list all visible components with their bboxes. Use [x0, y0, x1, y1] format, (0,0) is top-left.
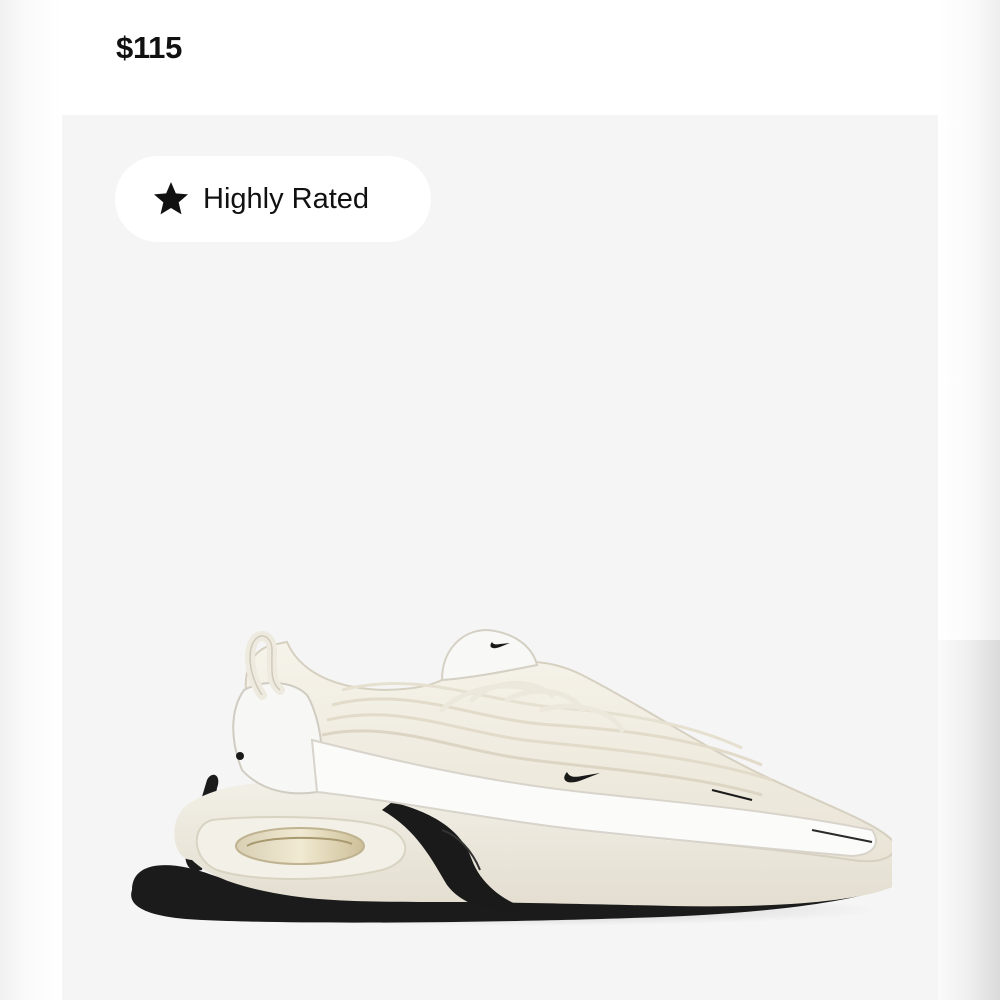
left-edge [0, 0, 62, 1000]
product-image-area[interactable]: Highly Rated [62, 115, 938, 1000]
highly-rated-badge: Highly Rated [115, 156, 431, 242]
air-window [235, 827, 365, 865]
heel-counter [232, 682, 324, 795]
star-icon [151, 179, 191, 219]
heel-logo [236, 752, 244, 760]
page: $115 Highly Rated [0, 0, 1000, 1000]
right-edge [938, 0, 1000, 1000]
product-price: $115 [116, 30, 183, 65]
product-card[interactable]: $115 Highly Rated [62, 0, 938, 1000]
sneaker-image [131, 628, 892, 926]
badge-label: Highly Rated [203, 182, 370, 215]
